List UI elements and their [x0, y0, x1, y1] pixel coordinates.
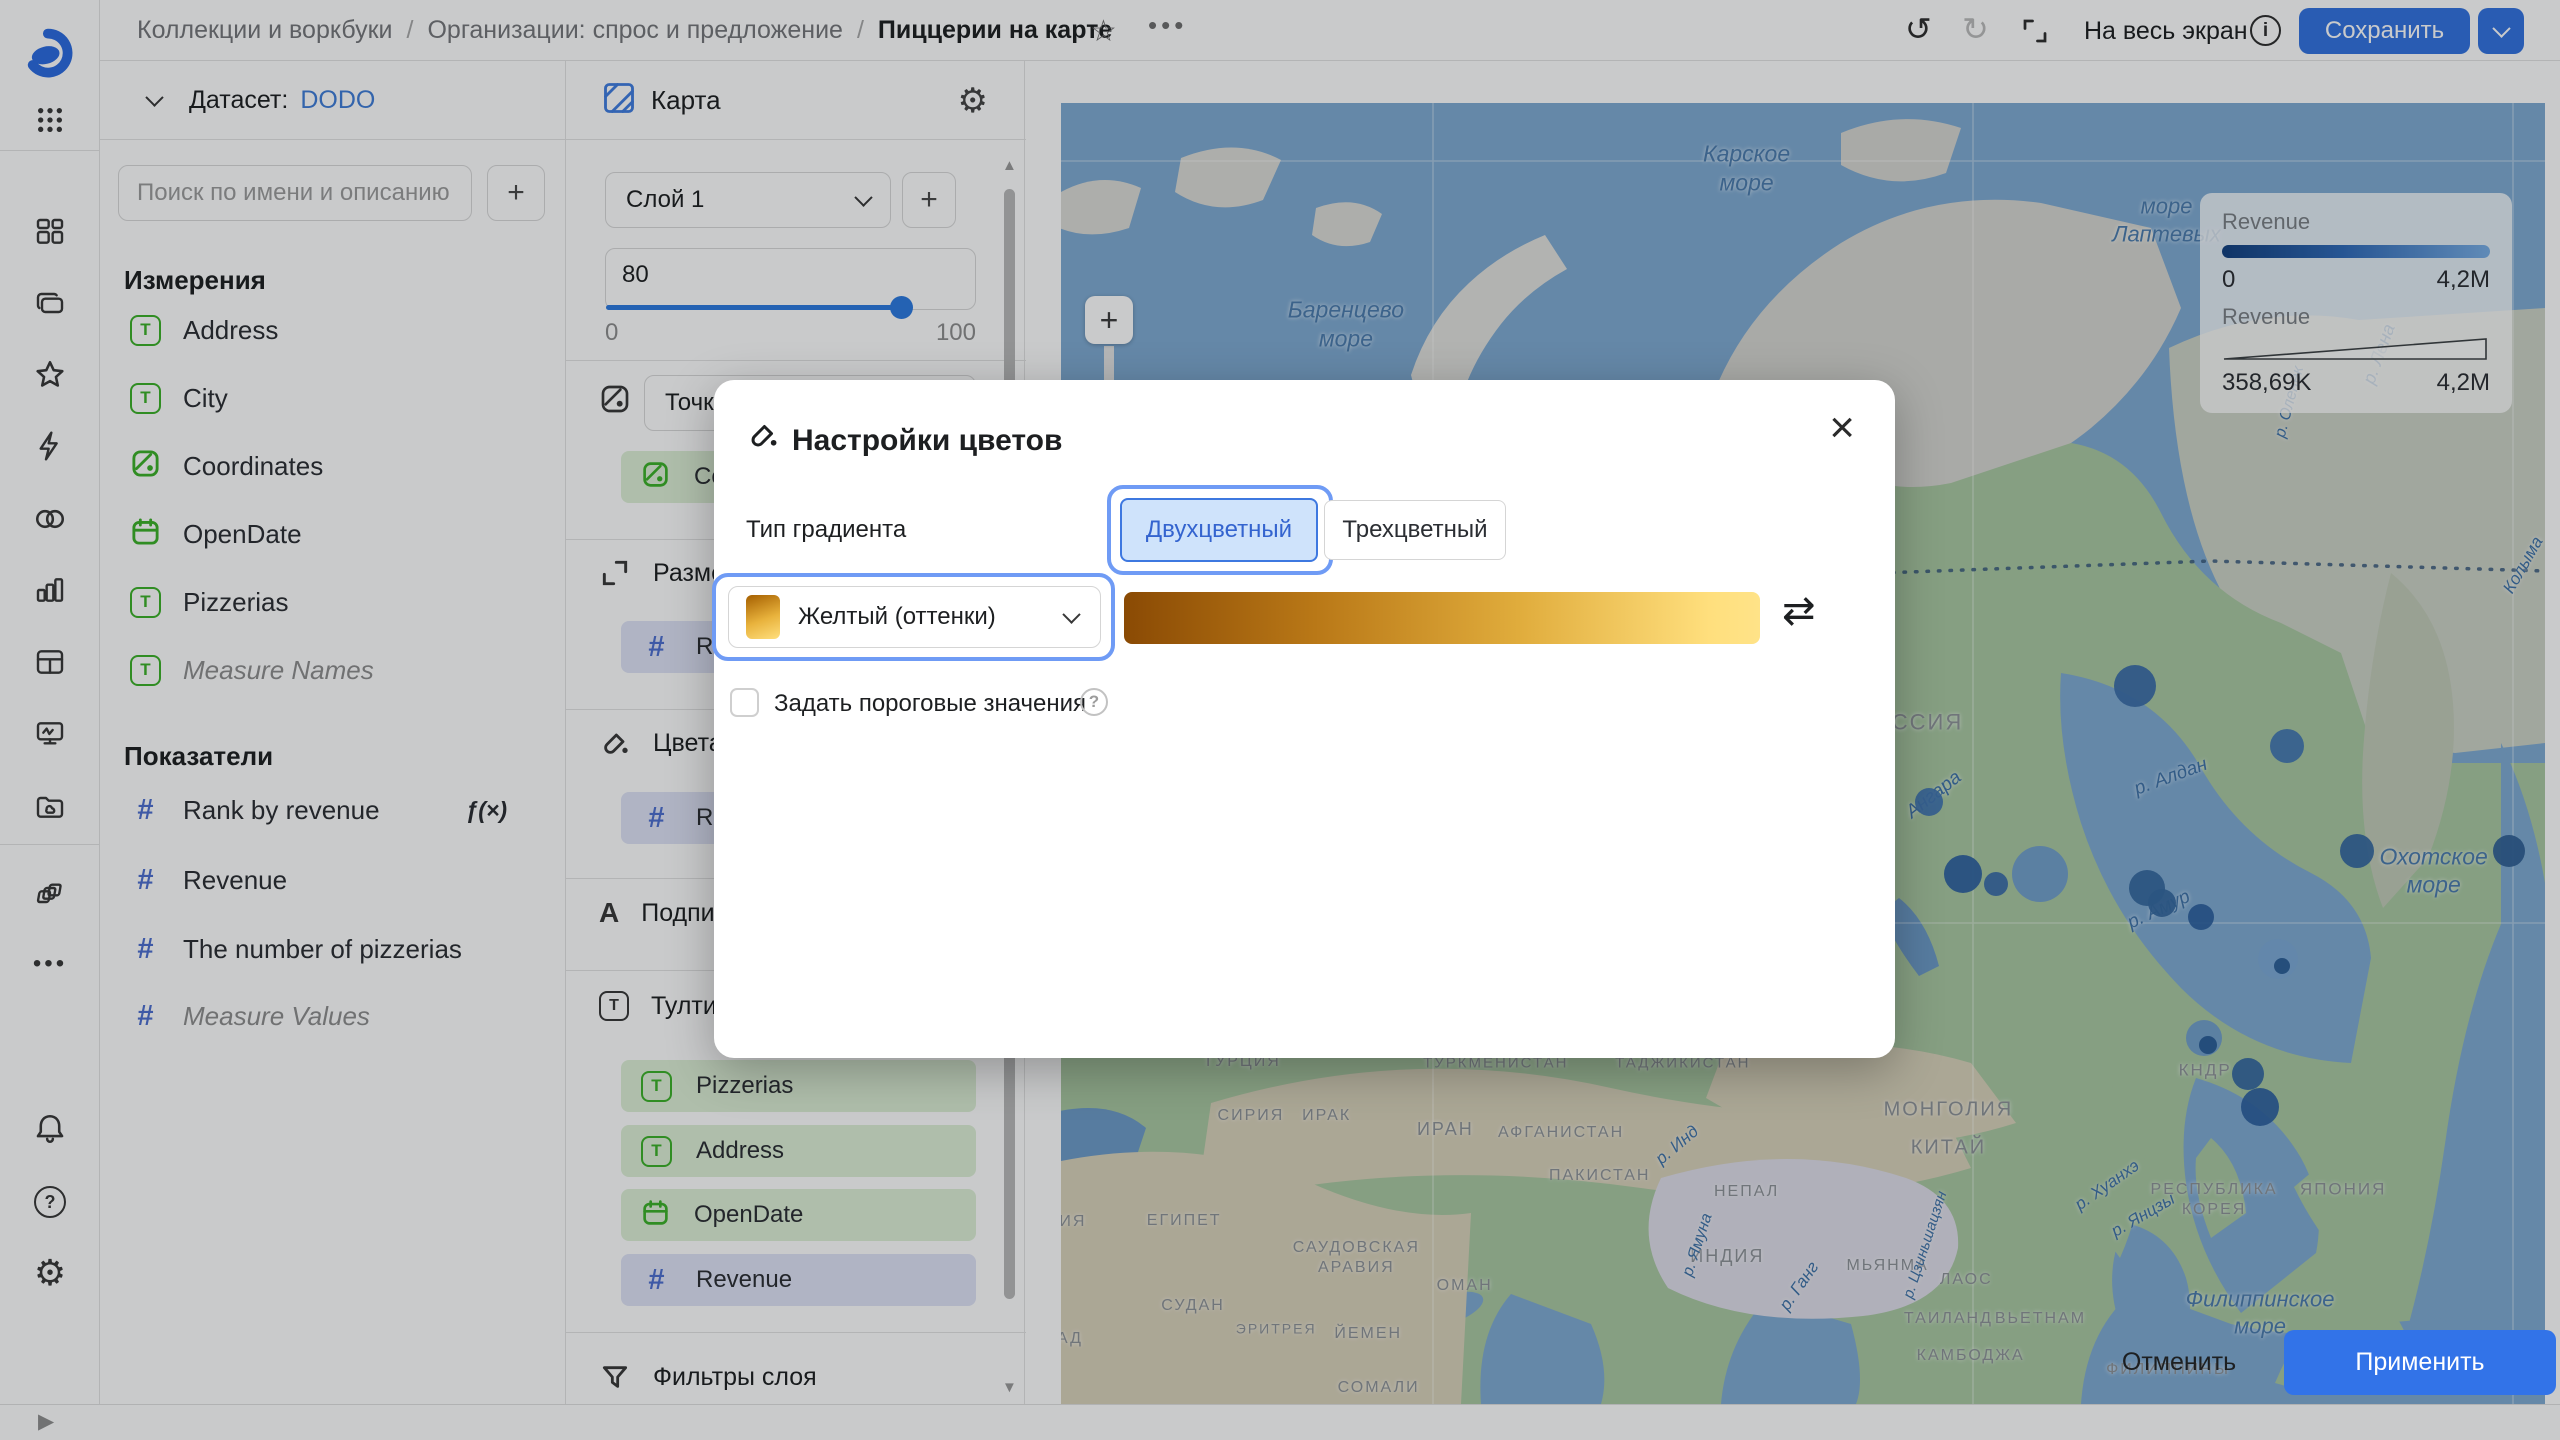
- close-icon[interactable]: ×: [1829, 406, 1855, 450]
- three-color-tab[interactable]: Трехцветный: [1324, 500, 1506, 560]
- datalens-app: Коллекции и воркбуки / Организации: спро…: [0, 0, 2560, 1440]
- threshold-checkbox[interactable]: [730, 688, 759, 717]
- gradient-type-label: Тип градиента: [746, 516, 906, 544]
- dialog-title: Настройки цветов: [792, 424, 1062, 458]
- paint-bucket-icon: [746, 418, 780, 457]
- palette-select[interactable]: Желтый (оттенки): [728, 586, 1101, 648]
- swap-colors-icon[interactable]: ⇄: [1782, 588, 1816, 634]
- color-settings-dialog: Настройки цветов × Тип градиента Двухцве…: [714, 380, 1895, 1058]
- threshold-help-icon[interactable]: ?: [1080, 688, 1108, 716]
- palette-swatch: [746, 595, 780, 639]
- threshold-label[interactable]: Задать пороговые значения: [774, 690, 1086, 718]
- gradient-preview-bar: [1124, 592, 1760, 644]
- two-color-tab[interactable]: Двухцветный: [1120, 498, 1318, 562]
- cancel-button[interactable]: Отменить: [2114, 1330, 2244, 1394]
- chevron-down-icon: [1062, 605, 1080, 623]
- apply-button[interactable]: Применить: [2284, 1330, 2556, 1395]
